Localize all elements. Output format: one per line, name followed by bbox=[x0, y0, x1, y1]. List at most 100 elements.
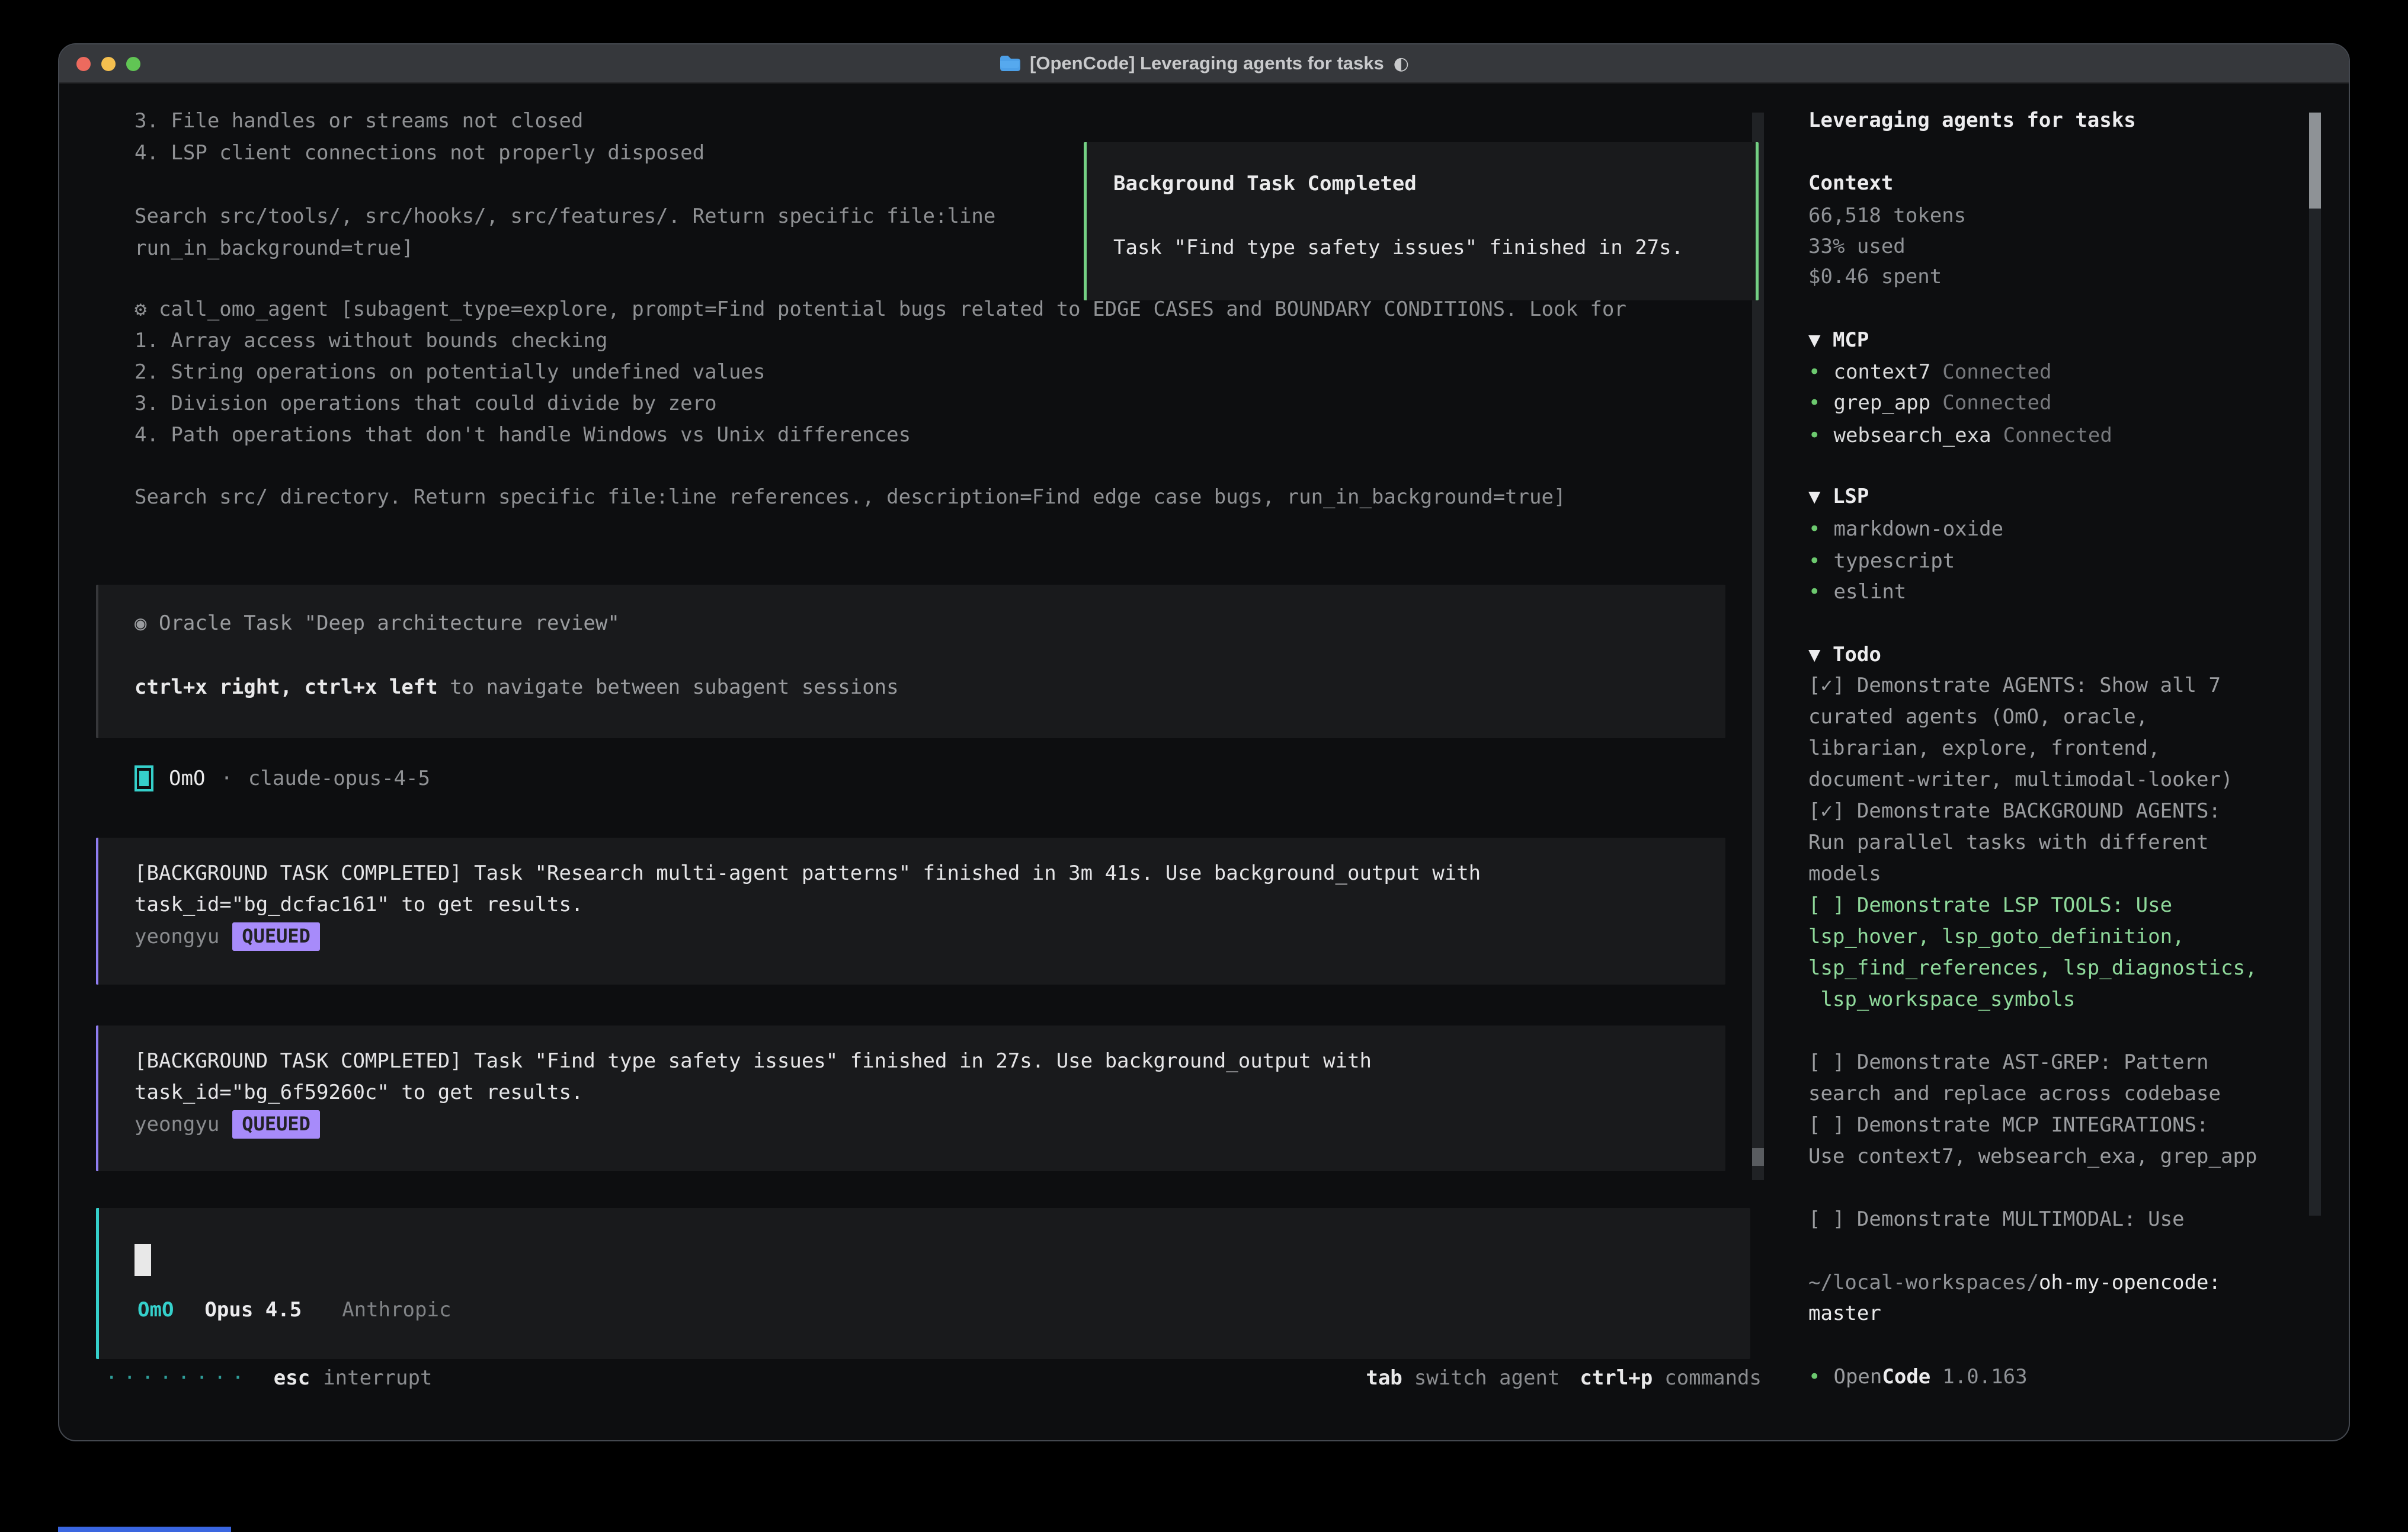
todo-line: lsp_workspace_symbols bbox=[1808, 984, 2318, 1015]
session-progress-icon: ◐ bbox=[1394, 53, 1409, 74]
scrollback-lines-a: 3. File handles or streams not closed 4.… bbox=[135, 105, 705, 169]
todo-line: curated agents (OmO, oracle, bbox=[1808, 701, 2318, 733]
sidebar-scrollbar-thumb[interactable] bbox=[2309, 113, 2321, 209]
tool-call-footer-text: Search src/ directory. Return specific f… bbox=[135, 481, 1565, 513]
agent-header: OmO · claude-opus-4-5 bbox=[135, 765, 430, 791]
author-name: yeongyu bbox=[135, 1113, 219, 1136]
main-scrollbar-thumb[interactable] bbox=[1752, 1148, 1764, 1166]
todo-item-active: [ ] Demonstrate LSP TOOLS: Use lsp_hover… bbox=[1808, 890, 2318, 1015]
ctrlp-label: commands bbox=[1664, 1362, 1762, 1394]
todo-line: Use context7, websearch_exa, grep_app bbox=[1808, 1141, 2318, 1172]
prompt-input[interactable]: OmO Opus 4.5 Anthropic bbox=[96, 1208, 1750, 1359]
status-dot-icon: • bbox=[1808, 580, 1820, 604]
context-tokens: 66,518 tokens bbox=[1808, 200, 1966, 231]
notification-title: Background Task Completed bbox=[1113, 168, 1732, 200]
mcp-item: •grep_appConnected bbox=[1808, 387, 2051, 418]
status-dot-icon: • bbox=[1808, 549, 1820, 573]
tool-call-header-text: call_omo_agent [subagent_type=explore, p… bbox=[159, 297, 1626, 321]
mcp-name: websearch_exa bbox=[1833, 424, 1991, 447]
commands-hint: ctrl+p commands bbox=[1580, 1362, 1762, 1394]
log-line: run_in_background=true] bbox=[135, 232, 995, 264]
tool-call-item: 4. Path operations that don't handle Win… bbox=[135, 419, 1626, 451]
status-bar: ········ esc interrupt tab switch agent … bbox=[105, 1362, 1762, 1394]
input-meta: OmO Opus 4.5 Anthropic bbox=[137, 1298, 451, 1322]
agent-name: OmO bbox=[169, 767, 205, 790]
todo-line: Run parallel tasks with different bbox=[1808, 827, 2318, 858]
author-name: yeongyu bbox=[135, 925, 219, 948]
status-dot-icon: • bbox=[1808, 360, 1820, 384]
oracle-task-panel: ◉ Oracle Task "Deep architecture review"… bbox=[96, 585, 1725, 738]
active-model: Opus 4.5 bbox=[204, 1298, 302, 1322]
todo-line: lsp_find_references, lsp_diagnostics, bbox=[1808, 953, 2318, 984]
git-branch: master bbox=[1808, 1298, 1881, 1329]
tab-label: switch agent bbox=[1414, 1362, 1560, 1394]
scrollback-lines-b: Search src/tools/, src/hooks/, src/featu… bbox=[135, 200, 995, 264]
todo-item-pending: [ ] Demonstrate MULTIMODAL: Use bbox=[1808, 1204, 2318, 1235]
task-message-line: task_id="bg_dcfac161" to get results. bbox=[135, 889, 1725, 921]
tool-call-item: 3. Division operations that could divide… bbox=[135, 388, 1626, 419]
esc-key-hint: esc bbox=[274, 1362, 310, 1394]
app-name-suffix: Code bbox=[1882, 1365, 1930, 1389]
ctrlp-key: ctrl+p bbox=[1580, 1362, 1653, 1394]
record-icon: ◉ bbox=[135, 611, 159, 635]
todo-item-done: [✓] Demonstrate BACKGROUND AGENTS: Run p… bbox=[1808, 796, 2318, 890]
workspace-path-prefix: ~/local-workspaces/ bbox=[1808, 1271, 2039, 1294]
todo-line: lsp_hover, lsp_goto_definition, bbox=[1808, 921, 2318, 953]
background-task-notification[interactable]: Background Task Completed Task "Find typ… bbox=[1084, 142, 1759, 300]
status-badge: QUEUED bbox=[232, 922, 320, 951]
lsp-name: typescript bbox=[1833, 549, 1955, 573]
lsp-name: eslint bbox=[1833, 580, 1906, 604]
workspace-path: ~/local-workspaces/oh-my-opencode: bbox=[1808, 1267, 2221, 1298]
folder-icon bbox=[999, 55, 1020, 72]
text-cursor bbox=[135, 1244, 151, 1276]
task-message-meta: yeongyu QUEUED bbox=[135, 921, 1725, 952]
todo-list: [✓] Demonstrate AGENTS: Show all 7 curat… bbox=[1808, 670, 2318, 1235]
task-message-line: [BACKGROUND TASK COMPLETED] Task "Resear… bbox=[135, 858, 1725, 889]
model-provider: Anthropic bbox=[342, 1298, 451, 1322]
todo-item-pending: [ ] Demonstrate AST-GREP: Pattern search… bbox=[1808, 1047, 2318, 1110]
task-message-line: [BACKGROUND TASK COMPLETED] Task "Find t… bbox=[135, 1046, 1725, 1077]
gear-icon: ⚙ bbox=[135, 297, 159, 321]
separator-dot: · bbox=[220, 767, 232, 790]
maximize-button[interactable] bbox=[126, 57, 140, 71]
tool-call-item: 1. Array access without bounds checking bbox=[135, 325, 1626, 357]
navigation-hint: ctrl+x right, ctrl+x left to navigate be… bbox=[135, 671, 1725, 703]
todo-line: [✓] Demonstrate AGENTS: Show all 7 bbox=[1808, 670, 2318, 701]
todo-line: [ ] Demonstrate MULTIMODAL: Use bbox=[1808, 1204, 2318, 1235]
tab-hint: tab switch agent bbox=[1366, 1362, 1560, 1394]
status-dot-icon: • bbox=[1808, 1365, 1820, 1389]
hint-text: to navigate between subagent sessions bbox=[438, 675, 899, 699]
active-agent: OmO bbox=[137, 1298, 174, 1322]
tool-call-item: 2. String operations on potentially unde… bbox=[135, 357, 1626, 388]
lsp-name: markdown-oxide bbox=[1833, 517, 2003, 541]
mcp-status: Connected bbox=[1942, 391, 2051, 415]
workspace-repo: oh-my-opencode: bbox=[2039, 1271, 2221, 1294]
context-heading: Context bbox=[1808, 168, 1893, 198]
sidebar: Leveraging agents for tasks Context 66,5… bbox=[1808, 44, 2306, 1441]
window-title-group: [OpenCode] Leveraging agents for tasks ◐ bbox=[999, 53, 1409, 74]
mcp-status: Connected bbox=[2003, 424, 2112, 447]
status-badge: QUEUED bbox=[232, 1110, 320, 1139]
mcp-section-toggle[interactable]: ▼ MCP bbox=[1808, 325, 1869, 355]
session-title: Leveraging agents for tasks bbox=[1808, 105, 2136, 136]
minimize-button[interactable] bbox=[101, 57, 116, 71]
tab-key: tab bbox=[1366, 1362, 1402, 1394]
oracle-task-title-line: ◉ Oracle Task "Deep architecture review" bbox=[135, 607, 1725, 639]
tool-call-block: ⚙ call_omo_agent [subagent_type=explore,… bbox=[135, 294, 1626, 451]
status-dot-icon: • bbox=[1808, 424, 1820, 447]
lsp-item: • eslint bbox=[1808, 576, 1906, 607]
log-line: 4. LSP client connections not properly d… bbox=[135, 137, 705, 169]
todo-section-toggle[interactable]: ▼ Todo bbox=[1808, 639, 1881, 670]
hint-keys: ctrl+x right, ctrl+x left bbox=[135, 675, 438, 699]
todo-line: [✓] Demonstrate BACKGROUND AGENTS: bbox=[1808, 796, 2318, 827]
todo-line: document-writer, multimodal-looker) bbox=[1808, 764, 2318, 796]
app-version-number: 1.0.163 bbox=[1942, 1365, 2027, 1389]
todo-line: models bbox=[1808, 858, 2318, 890]
task-message-line: task_id="bg_6f59260c" to get results. bbox=[135, 1077, 1725, 1108]
todo-item-pending: [ ] Demonstrate MCP INTEGRATIONS: Use co… bbox=[1808, 1110, 2318, 1172]
mcp-name: grep_app bbox=[1833, 391, 1930, 415]
todo-line: [ ] Demonstrate LSP TOOLS: Use bbox=[1808, 890, 2318, 921]
agent-model: claude-opus-4-5 bbox=[248, 767, 430, 790]
lsp-section-toggle[interactable]: ▼ LSP bbox=[1808, 481, 1869, 512]
close-button[interactable] bbox=[76, 57, 91, 71]
